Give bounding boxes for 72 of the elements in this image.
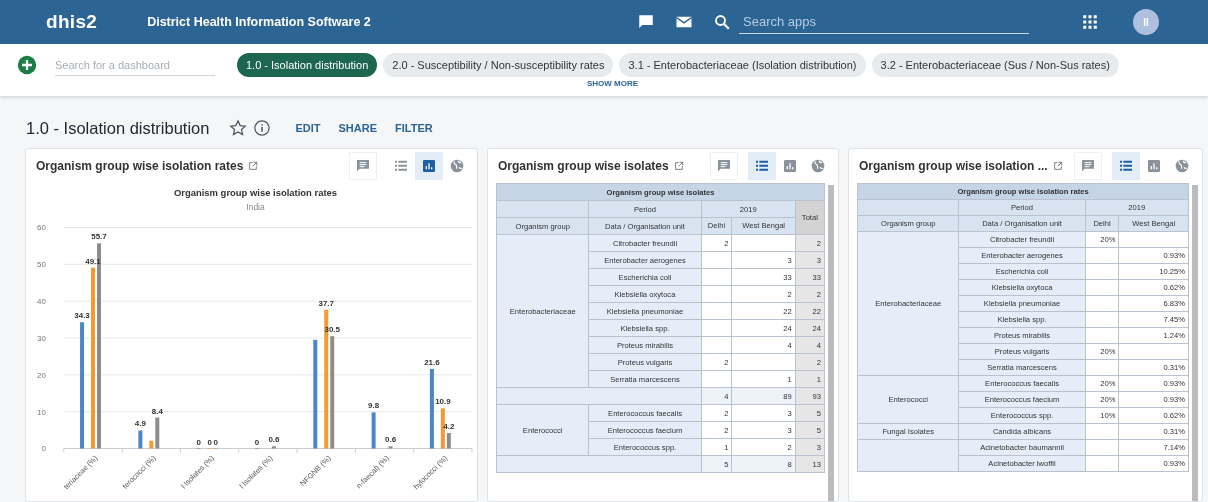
bar xyxy=(271,446,276,449)
axis-tick-label: 40 xyxy=(37,297,46,307)
item-title: Organism group wise isolation ... xyxy=(859,159,1048,173)
data-label: 0 xyxy=(196,437,201,447)
dashboard-action-button[interactable]: SHARE xyxy=(338,122,377,134)
bar-chart-icon xyxy=(782,158,798,174)
interpretations-button[interactable] xyxy=(349,152,377,180)
table-view-button[interactable] xyxy=(748,152,776,180)
item-title: Organism group wise isolates xyxy=(498,159,669,173)
dashboard-action-button[interactable]: EDIT xyxy=(295,122,321,134)
info-icon[interactable] xyxy=(253,119,272,137)
bar xyxy=(371,412,376,449)
scrollbar[interactable] xyxy=(1192,185,1198,501)
globe-icon xyxy=(810,158,826,174)
item-title: Organism group wise isolation rates xyxy=(36,159,244,173)
axis-tick-label: 20 xyxy=(37,370,46,380)
external-link-icon[interactable] xyxy=(248,161,259,171)
data-label: 0 xyxy=(254,437,260,447)
data-label: 9.8 xyxy=(368,401,380,411)
chart-title: Organism group wise isolation rates xyxy=(173,186,338,198)
scrollbar[interactable] xyxy=(828,185,834,501)
dashboard-chip[interactable]: 3.1 - Enterobacteriaceae (Isolation distribution) xyxy=(619,53,866,77)
globe-icon xyxy=(1174,158,1190,174)
external-link-icon[interactable] xyxy=(1052,161,1063,171)
axis-tick-label: 60 xyxy=(37,223,46,233)
data-label: 37.7 xyxy=(318,298,334,308)
app-logo[interactable]: dhis2 xyxy=(46,11,98,33)
data-label: 10.9 xyxy=(435,397,451,407)
external-link-icon[interactable] xyxy=(673,161,684,171)
axis-tick-label: 30 xyxy=(37,334,46,343)
list-icon xyxy=(1118,158,1134,174)
bar-chart-icon xyxy=(1146,158,1162,174)
globe-icon xyxy=(449,158,465,174)
app-title: District Health Information Software 2 xyxy=(147,15,371,29)
dashboard-action-button[interactable]: FILTER xyxy=(395,122,433,134)
dashboard-chip[interactable]: 1.0 - Isolation distribution xyxy=(237,53,378,77)
dashboard-title: 1.0 - Isolation distribution xyxy=(26,118,210,138)
list-icon xyxy=(393,158,409,174)
messages-icon[interactable] xyxy=(637,13,655,31)
axis-tick-label: 0 xyxy=(41,444,46,454)
interpretations-button[interactable] xyxy=(1074,152,1102,180)
chart-view-button[interactable] xyxy=(415,152,443,180)
apps-menu-icon[interactable] xyxy=(1081,13,1099,31)
star-icon[interactable] xyxy=(229,119,248,137)
list-icon xyxy=(754,158,770,174)
data-label: 4.9 xyxy=(134,419,146,429)
bar-chart-icon xyxy=(421,158,437,174)
bar xyxy=(388,446,393,449)
data-label: 0 xyxy=(207,437,212,447)
data-label: 34.3 xyxy=(74,311,90,321)
comment-icon xyxy=(1080,158,1096,174)
search-apps-field[interactable]: Search apps xyxy=(739,10,1029,34)
search-icon xyxy=(713,13,731,31)
table-view-button[interactable] xyxy=(1112,152,1140,180)
data-label: 0.6 xyxy=(268,435,280,445)
chart-subtitle: India xyxy=(246,201,265,212)
dashboard-chip[interactable]: 2.0 - Susceptibility / Non-susceptibility rates xyxy=(383,53,614,77)
axis-tick-label: 50 xyxy=(37,260,46,270)
dashboard-chip[interactable]: 3.2 - Enterobacteriaceae (Sus / Non-Sus rates) xyxy=(871,53,1119,77)
add-dashboard-button[interactable] xyxy=(17,55,37,75)
comment-icon xyxy=(716,158,732,174)
interpretations-button[interactable] xyxy=(710,152,738,180)
comment-icon xyxy=(355,158,371,174)
data-label: 0.6 xyxy=(385,435,397,445)
dashboard-search-field[interactable]: Search for a dashboard xyxy=(55,54,215,76)
show-more-button[interactable]: SHOW MORE xyxy=(587,79,639,88)
data-label: 55.7 xyxy=(91,232,107,242)
axis-tick-label: 10 xyxy=(37,407,46,417)
data-label: 0 xyxy=(213,437,218,447)
data-label: 8.4 xyxy=(151,406,163,416)
bar xyxy=(138,430,143,449)
data-label: 21.6 xyxy=(424,357,440,367)
